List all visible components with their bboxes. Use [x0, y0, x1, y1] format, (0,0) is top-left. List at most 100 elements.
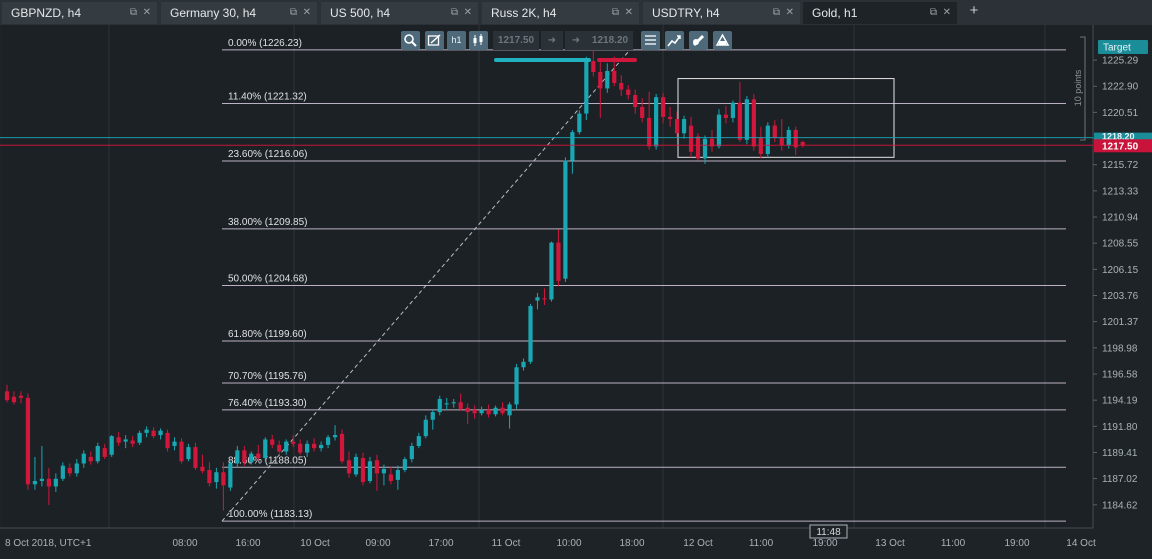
tab-label: Gold, h1: [812, 6, 858, 20]
candle-body: [18, 395, 24, 398]
price-tick-label: 1189.41: [1102, 448, 1138, 459]
tab-usdtry-h4[interactable]: USDTRY, h4 ⧉ ✕: [643, 2, 800, 24]
popout-icon[interactable]: ⧉: [451, 2, 458, 24]
timeframe-icon[interactable]: h1: [447, 31, 466, 50]
candle-body: [556, 242, 561, 281]
buy-price[interactable]: 1218.20: [587, 31, 633, 50]
candle-body: [598, 72, 603, 89]
candle-body: [528, 306, 533, 362]
time-tick-label: 14 Oct: [1066, 538, 1096, 549]
sell-volume-bar: [597, 58, 637, 62]
candle-body: [193, 447, 198, 468]
tab-us-500-h4[interactable]: US 500, h4 ⧉ ✕: [321, 2, 478, 24]
target-tag-label: Target: [1103, 43, 1131, 54]
candle-body: [207, 470, 212, 484]
popout-icon[interactable]: ⧉: [612, 2, 619, 24]
candle-body: [53, 478, 58, 487]
candle-body: [367, 461, 373, 481]
fib-level-label: 100.00% (1183.13): [228, 509, 312, 520]
popout-icon[interactable]: ⧉: [290, 2, 297, 24]
candle-body: [437, 398, 442, 413]
price-tick-label: 1194.19: [1102, 396, 1138, 407]
candle-body: [654, 97, 659, 147]
pencil-icon[interactable]: [689, 31, 708, 50]
tab-gbpnzd-h4[interactable]: GBPNZD, h4 ⧉ ✕: [2, 2, 157, 24]
fib-level-label: 88.60% (1188.05): [228, 455, 307, 466]
price-tick-label: 1213.33: [1102, 186, 1139, 197]
tab-germany-30-h4[interactable]: Germany 30, h4 ⧉ ✕: [161, 2, 317, 24]
candle-body: [319, 444, 324, 449]
time-tick-label: 19:00: [812, 538, 837, 549]
candle-body: [25, 397, 31, 485]
trade-chart-icon[interactable]: [665, 31, 684, 50]
candle-body: [458, 402, 463, 409]
candle-body: [500, 407, 505, 414]
time-tick-label: 11 Oct: [492, 538, 521, 549]
close-icon[interactable]: ✕: [943, 2, 951, 24]
candle-body: [325, 437, 331, 445]
tab-gold-h1[interactable]: Gold, h1 ⧉ ✕: [803, 2, 957, 24]
sell-price[interactable]: 1217.50: [493, 31, 539, 50]
candle-body: [179, 441, 184, 462]
candle-body: [577, 113, 582, 133]
candle-body: [723, 114, 729, 118]
add-tab-button[interactable]: +: [966, 1, 982, 23]
candle-body: [346, 460, 352, 474]
candle-body: [695, 136, 701, 159]
candle-body: [353, 456, 359, 475]
candle-body: [451, 402, 456, 404]
close-icon[interactable]: ✕: [786, 2, 794, 24]
candle-body: [549, 242, 554, 300]
close-icon[interactable]: ✕: [464, 2, 472, 24]
candle-body: [626, 89, 631, 95]
candle-body: [74, 463, 79, 474]
chart-canvas[interactable]: 1225.291222.901220.511218.111215.721213.…: [0, 25, 1152, 554]
price-tick-label: 1210.94: [1102, 213, 1139, 224]
candle-body: [444, 403, 449, 405]
candle-body: [305, 443, 310, 453]
candle-body: [32, 480, 38, 485]
fib-level-label: 70.70% (1195.76): [228, 371, 307, 382]
candle-body: [256, 453, 261, 459]
candle-body: [409, 445, 414, 460]
fib-level-label: 61.80% (1199.60): [228, 329, 307, 340]
fib-level-label: 0.00% (1226.23): [228, 38, 302, 49]
close-icon[interactable]: ✕: [143, 2, 151, 24]
time-tick-label: 11:00: [749, 538, 774, 549]
price-chart[interactable]: 1225.291222.901220.511218.111215.721213.…: [0, 25, 1152, 554]
popout-icon[interactable]: ⧉: [130, 2, 137, 24]
close-icon[interactable]: ✕: [303, 2, 311, 24]
candle-body: [339, 433, 345, 462]
candle-body: [235, 450, 240, 464]
tab-russ-2k-h4[interactable]: Russ 2K, h4 ⧉ ✕: [482, 2, 639, 24]
candle-body: [95, 445, 100, 462]
timeframe-label: h1: [451, 35, 462, 45]
template-icon[interactable]: [713, 31, 732, 50]
candle-body: [535, 297, 540, 301]
time-tick-label: 13 Oct: [875, 538, 905, 549]
close-icon[interactable]: ✕: [625, 2, 633, 24]
candle-body: [81, 453, 86, 464]
candle-body: [542, 298, 547, 300]
crosshair-time-label: 11:48: [816, 527, 841, 538]
candle-body: [102, 448, 107, 457]
popout-icon[interactable]: ⧉: [930, 2, 937, 24]
tab-label: Russ 2K, h4: [491, 6, 557, 20]
indicators-icon[interactable]: [641, 31, 660, 50]
zoom-icon[interactable]: [401, 31, 420, 50]
candle-body: [381, 468, 387, 474]
candle-body: [214, 472, 219, 483]
price-tick-label: 1191.80: [1102, 422, 1138, 433]
candle-body: [291, 441, 296, 444]
candle-body: [605, 70, 610, 89]
candle-body: [151, 430, 156, 437]
candle-body: [123, 439, 128, 442]
candle-body: [172, 441, 177, 446]
time-tick-label: 08:00: [172, 538, 197, 549]
popout-icon[interactable]: ⧉: [773, 2, 780, 24]
candle-body: [360, 458, 366, 483]
drawing-tools-icon[interactable]: [425, 31, 444, 50]
candle-body: [702, 138, 708, 159]
chart-type-icon[interactable]: [469, 31, 488, 50]
price-tick-label: 1187.02: [1102, 474, 1138, 485]
